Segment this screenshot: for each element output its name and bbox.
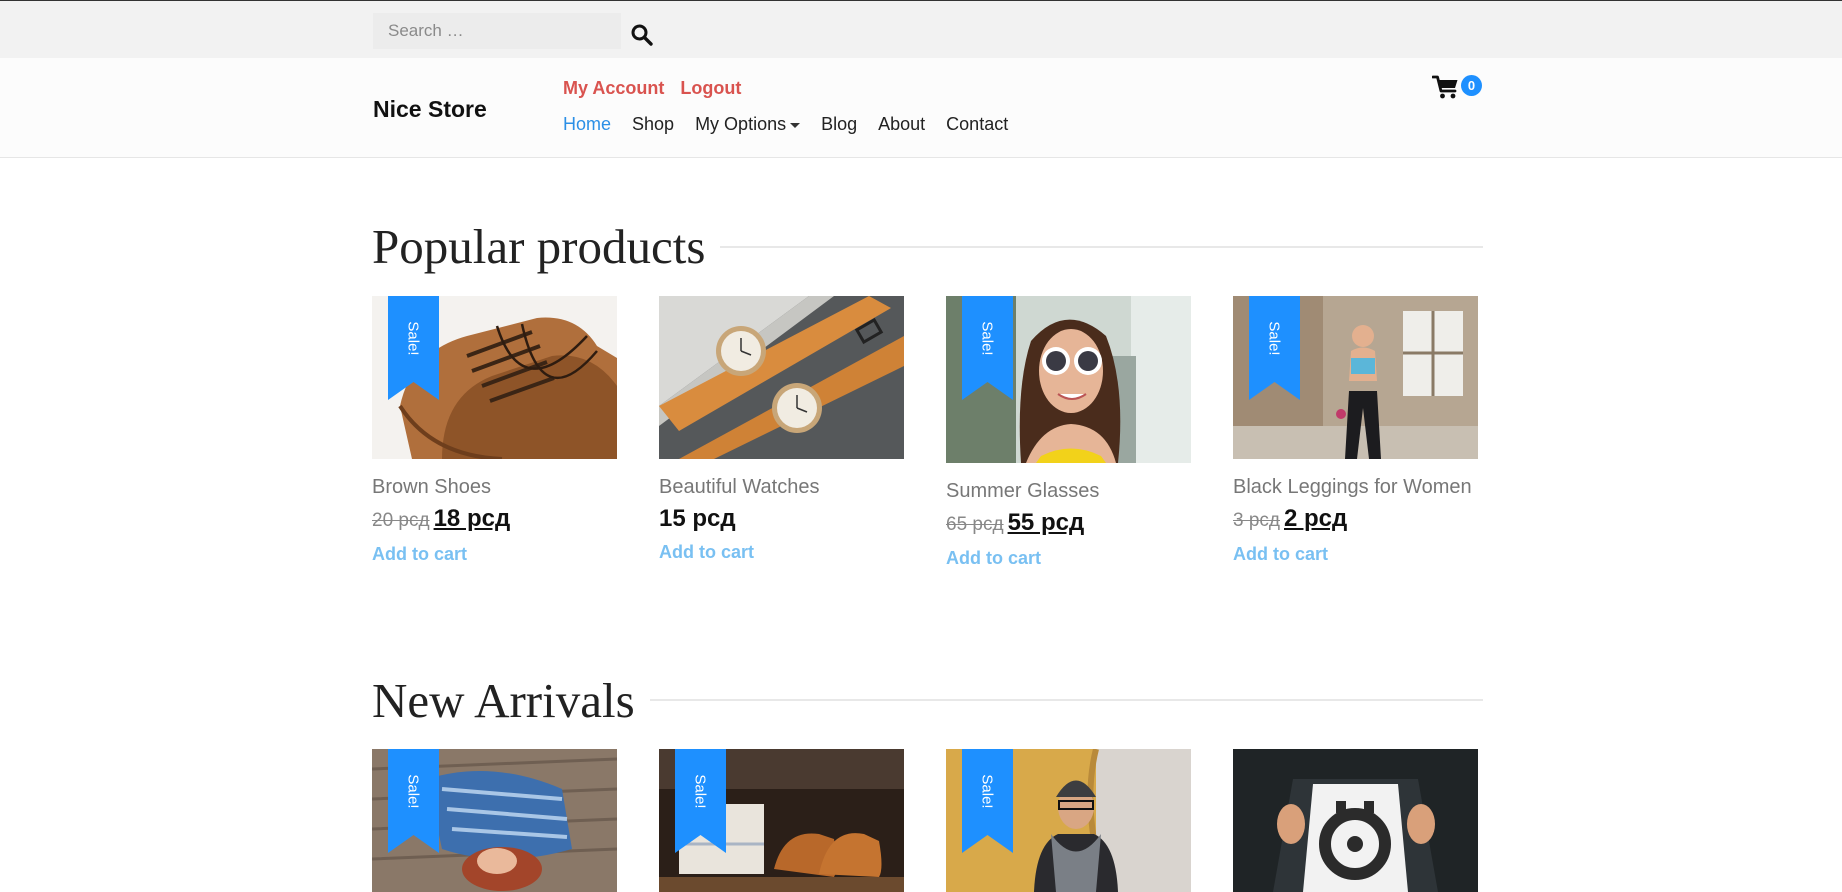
old-price: 20 рсд (372, 510, 430, 531)
product-image-link[interactable]: Sale! (946, 296, 1191, 463)
product-card (1233, 749, 1478, 892)
nav-blog[interactable]: Blog (821, 114, 857, 135)
sale-price: 18 рсд (433, 505, 511, 532)
nav-contact[interactable]: Contact (946, 114, 1008, 135)
cart-count-badge: 0 (1461, 74, 1482, 96)
nav-about[interactable]: About (878, 114, 925, 135)
product-card: Sale! (372, 749, 617, 892)
product-image-link[interactable]: Sale! (372, 749, 617, 892)
sale-badge: Sale! (1265, 320, 1283, 356)
search-icon[interactable] (630, 23, 654, 47)
product-price: 20 рсд 18 рсд (372, 504, 617, 536)
product-image-link[interactable]: Sale! (1233, 296, 1478, 459)
sale-badge: Sale! (978, 320, 996, 356)
logout-link[interactable]: Logout (680, 78, 741, 99)
section-divider (720, 246, 1483, 248)
new-arrivals-heading: New Arrivals (372, 673, 635, 728)
product-card: Sale! (659, 749, 904, 892)
product-title[interactable]: Black Leggings for Women (1233, 475, 1478, 500)
product-title[interactable]: Beautiful Watches (659, 475, 904, 500)
nav-my-options[interactable]: My Options (695, 114, 801, 135)
product-title[interactable]: Brown Shoes (372, 475, 617, 500)
product-card: Beautiful Watches 15 рсд Add to cart (659, 296, 904, 563)
sale-price: 55 рсд (1007, 509, 1085, 536)
shopping-cart-icon (1432, 75, 1458, 99)
account-links: My Account Logout (563, 78, 741, 99)
product-card: Sale! (946, 749, 1191, 892)
top-search-bar (0, 0, 1842, 58)
popular-products-heading: Popular products (372, 219, 706, 274)
product-price: 65 рсд 55 рсд (946, 508, 1191, 540)
product-title[interactable]: Summer Glasses (946, 479, 1191, 504)
sale-badge: Sale! (404, 320, 422, 356)
sale-badge: Sale! (404, 773, 422, 809)
caret-down-icon (790, 123, 801, 128)
regular-price: 15 рсд (659, 505, 736, 532)
product-image-link[interactable]: Sale! (946, 749, 1191, 892)
add-to-cart-button[interactable]: Add to cart (659, 542, 754, 563)
product-image-link[interactable] (659, 296, 904, 459)
sale-badge: Sale! (691, 773, 709, 809)
main-nav: Home Shop My Options Blog About Contact (563, 114, 1008, 135)
product-card: Sale! Brown Shoes 20 рсд 18 рсд Add to ca… (372, 296, 617, 565)
nav-my-options-label: My Options (695, 114, 787, 134)
old-price: 65 рсд (946, 514, 1004, 535)
add-to-cart-button[interactable]: Add to cart (1233, 544, 1328, 565)
my-account-link[interactable]: My Account (563, 78, 664, 99)
product-price: 3 рсд 2 рсд (1233, 504, 1478, 536)
product-image-link[interactable]: Sale! (659, 749, 904, 892)
nav-shop[interactable]: Shop (632, 114, 674, 135)
sale-price: 2 рсд (1284, 505, 1348, 532)
cart-button[interactable]: 0 (1432, 74, 1482, 100)
sale-badge: Sale! (978, 773, 996, 809)
site-header: Nice Store My Account Logout Home Shop M… (0, 58, 1842, 158)
product-image (1233, 749, 1478, 892)
add-to-cart-button[interactable]: Add to cart (946, 548, 1041, 569)
section-divider (650, 699, 1483, 701)
product-card: Sale! Summer Glasses 65 рсд 55 рсд Add to… (946, 296, 1191, 569)
product-image-link[interactable] (1233, 749, 1478, 892)
site-logo[interactable]: Nice Store (373, 96, 487, 123)
product-price: 15 рсд (659, 504, 904, 534)
add-to-cart-button[interactable]: Add to cart (372, 544, 467, 565)
nav-home[interactable]: Home (563, 114, 611, 135)
product-image-link[interactable]: Sale! (372, 296, 617, 459)
search-input[interactable] (373, 13, 621, 49)
old-price: 3 рсд (1233, 510, 1280, 531)
product-image (659, 296, 904, 459)
product-card: Sale! Black Leggings for Women 3 рсд 2 рс… (1233, 296, 1478, 565)
